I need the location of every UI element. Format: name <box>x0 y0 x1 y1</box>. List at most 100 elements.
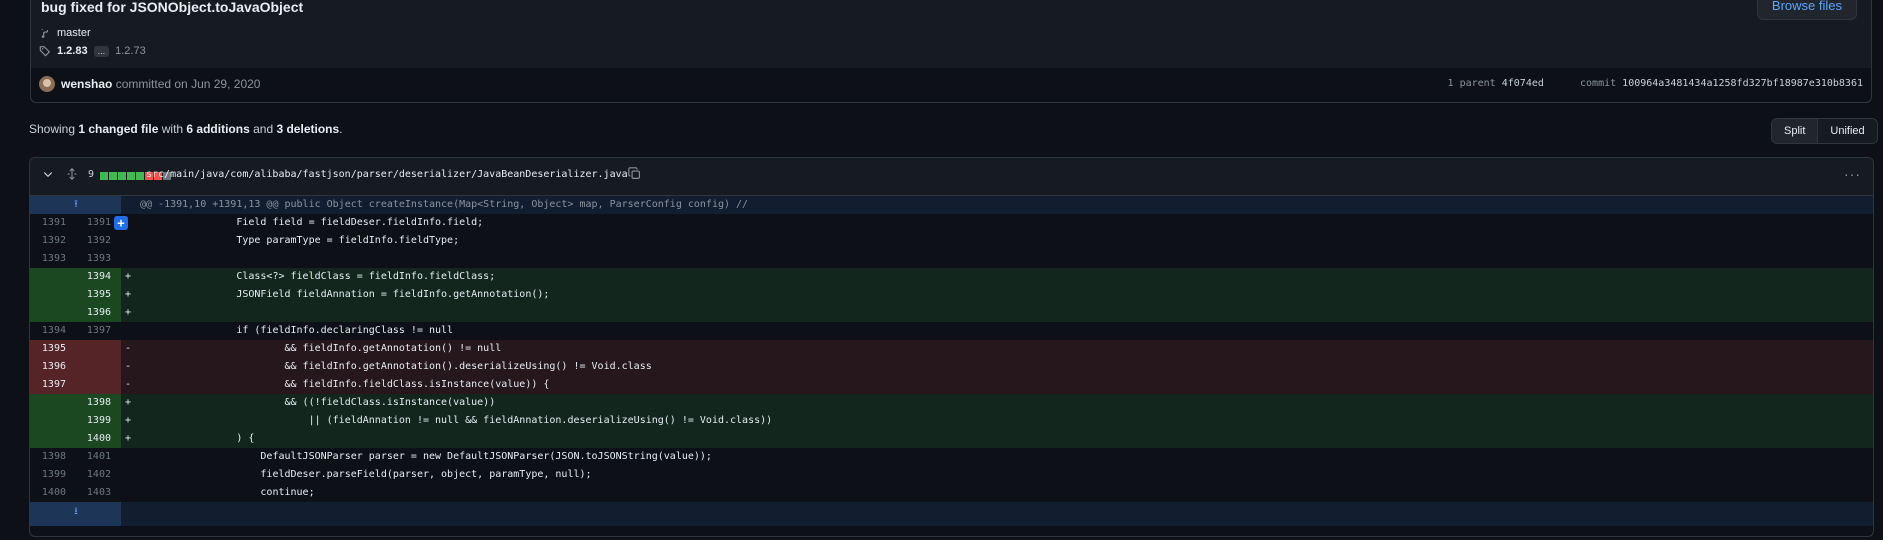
parent-hash-link[interactable]: 4f074ed <box>1502 78 1544 89</box>
old-line-number[interactable]: 1393 <box>30 250 66 268</box>
code-line: && fieldInfo.getAnnotation() != null <box>140 343 502 354</box>
chevron-down-icon[interactable] <box>42 168 54 183</box>
code-line: && ((!fieldClass.isInstance(value)) <box>140 397 496 408</box>
expand-up-icon[interactable]: ⭱ <box>68 196 84 214</box>
file-path[interactable]: src/main/java/com/alibaba/fastjson/parse… <box>146 169 628 180</box>
diff-table: ⭱ @@ -1391,10 +1391,13 @@ public Object … <box>30 196 1873 526</box>
add-marker: + <box>125 271 132 282</box>
hunk-footer-row: ⭳ <box>30 502 1873 526</box>
old-line-number[interactable]: 1391 <box>30 214 66 232</box>
code-line: Class<?> fieldClass = fieldInfo.fieldCla… <box>140 271 496 282</box>
summary-prefix: Showing <box>29 122 79 136</box>
code-line: ) { <box>140 433 255 444</box>
code-line: DefaultJSONParser parser = new DefaultJS… <box>140 451 712 462</box>
summary-additions: 6 additions <box>186 122 250 136</box>
old-line-number[interactable]: 1395 <box>30 340 66 358</box>
add-marker: + <box>125 289 132 300</box>
code-line: && fieldInfo.getAnnotation().deserialize… <box>140 361 652 372</box>
git-branch-icon <box>41 28 48 38</box>
diff-line-added: 1396 + <box>30 304 1873 322</box>
branch-name[interactable]: master <box>57 27 91 39</box>
diff-line: 1391 1391 + Field field = fieldDeser.fie… <box>30 214 1873 232</box>
code-line: fieldDeser.parseField(parser, object, pa… <box>140 469 592 480</box>
summary-mid2: and <box>249 122 277 136</box>
diff-summary: Showing 1 changed file with 6 additions … <box>29 122 343 136</box>
tag-icon <box>39 46 51 57</box>
new-line-number[interactable]: 1403 <box>75 484 111 502</box>
old-line-number <box>30 286 66 304</box>
commit-header: bug fixed for JSONObject.toJavaObject ma… <box>30 0 1872 70</box>
diff-line-added: 1395 + JSONField fieldAnnation = fieldIn… <box>30 286 1873 304</box>
new-line-number[interactable]: 1395 <box>75 286 111 304</box>
expand-down-icon[interactable]: ⭳ <box>68 502 84 522</box>
old-line-number[interactable]: 1396 <box>30 358 66 376</box>
new-line-number[interactable]: 1397 <box>75 322 111 340</box>
add-comment-button[interactable]: + <box>114 216 128 230</box>
tag-oldest[interactable]: 1.2.73 <box>115 45 146 57</box>
new-line-number[interactable]: 1393 <box>75 250 111 268</box>
old-line-number <box>30 394 66 412</box>
diff-line: 1394 1397 if (fieldInfo.declaringClass !… <box>30 322 1873 340</box>
diffstat-square <box>136 172 144 180</box>
unified-view-button[interactable]: Unified <box>1818 119 1877 143</box>
old-line-number[interactable]: 1394 <box>30 322 66 340</box>
tag-latest[interactable]: 1.2.83 <box>57 45 88 57</box>
diff-line-added: 1399 + || (fieldAnnation != null && fiel… <box>30 412 1873 430</box>
old-line-number[interactable]: 1400 <box>30 484 66 502</box>
add-marker: + <box>125 415 132 426</box>
diff-line: 1399 1402 fieldDeser.parseField(parser, … <box>30 466 1873 484</box>
old-line-number[interactable]: 1392 <box>30 232 66 250</box>
del-marker: - <box>125 361 132 372</box>
new-line-number[interactable]: 1392 <box>75 232 111 250</box>
new-line-number <box>75 340 111 358</box>
old-line-number[interactable]: 1398 <box>30 448 66 466</box>
diffstat-square <box>100 172 108 180</box>
committed-date: committed on Jun 29, 2020 <box>115 77 261 91</box>
diff-line-added: 1400 + ) { <box>30 430 1873 448</box>
author-name[interactable]: wenshao <box>61 77 112 91</box>
new-line-number[interactable]: 1401 <box>75 448 111 466</box>
kebab-menu-icon[interactable]: ··· <box>1844 166 1861 182</box>
tags-expand-button[interactable]: ... <box>93 45 110 57</box>
browse-files-button[interactable]: Browse files <box>1756 0 1857 20</box>
add-marker: + <box>125 397 132 408</box>
del-marker: - <box>125 379 132 390</box>
code-line: && fieldInfo.fieldClass.isInstance(value… <box>140 379 550 390</box>
new-line-number[interactable]: 1391 <box>75 214 111 232</box>
summary-suffix: . <box>339 122 343 136</box>
new-line-number[interactable]: 1400 <box>75 430 111 448</box>
diff-line: 1400 1403 continue; <box>30 484 1873 502</box>
code-line: Type paramType = fieldInfo.fieldType; <box>140 235 460 246</box>
copy-icon[interactable] <box>628 167 641 183</box>
diff-line-deleted: 1395 - && fieldInfo.getAnnotation() != n… <box>30 340 1873 358</box>
file-header: 9 src/main/java/com/alibaba/fastjson/par… <box>30 158 1873 196</box>
parent-label: 1 parent <box>1447 78 1496 89</box>
new-line-number[interactable]: 1396 <box>75 304 111 322</box>
old-line-number <box>30 304 66 322</box>
old-line-number[interactable]: 1399 <box>30 466 66 484</box>
old-line-number[interactable]: 1397 <box>30 376 66 394</box>
diff-line-added: 1394 + Class<?> fieldClass = fieldInfo.f… <box>30 268 1873 286</box>
add-marker: + <box>125 433 132 444</box>
diffstat-square <box>118 172 126 180</box>
new-line-number <box>75 376 111 394</box>
new-line-number[interactable]: 1399 <box>75 412 111 430</box>
new-line-number[interactable]: 1398 <box>75 394 111 412</box>
split-view-button[interactable]: Split <box>1772 119 1819 143</box>
new-line-number[interactable]: 1402 <box>75 466 111 484</box>
summary-mid1: with <box>158 122 187 136</box>
new-line-number[interactable]: 1394 <box>75 268 111 286</box>
commit-title: bug fixed for JSONObject.toJavaObject <box>41 0 304 15</box>
hunk-header-row: ⭱ @@ -1391,10 +1391,13 @@ public Object … <box>30 196 1873 214</box>
diff-line-deleted: 1397 - && fieldInfo.fieldClass.isInstanc… <box>30 376 1873 394</box>
commit-author-bar: wenshao committed on Jun 29, 2020 1 pare… <box>30 68 1872 103</box>
code-line: if (fieldInfo.declaringClass != null <box>140 325 454 336</box>
code-line: Field field = fieldDeser.fieldInfo.field… <box>140 217 484 228</box>
avatar[interactable] <box>39 76 55 92</box>
add-marker: + <box>125 307 132 318</box>
author-line: wenshao committed on Jun 29, 2020 <box>61 77 260 91</box>
unfold-icon[interactable] <box>66 167 78 184</box>
commit-hash: 100964a3481434a1258fd327bf18987e310b8361 <box>1622 78 1863 89</box>
diff-line-deleted: 1396 - && fieldInfo.getAnnotation().dese… <box>30 358 1873 376</box>
code-line: || (fieldAnnation != null && fieldAnnati… <box>140 415 773 426</box>
